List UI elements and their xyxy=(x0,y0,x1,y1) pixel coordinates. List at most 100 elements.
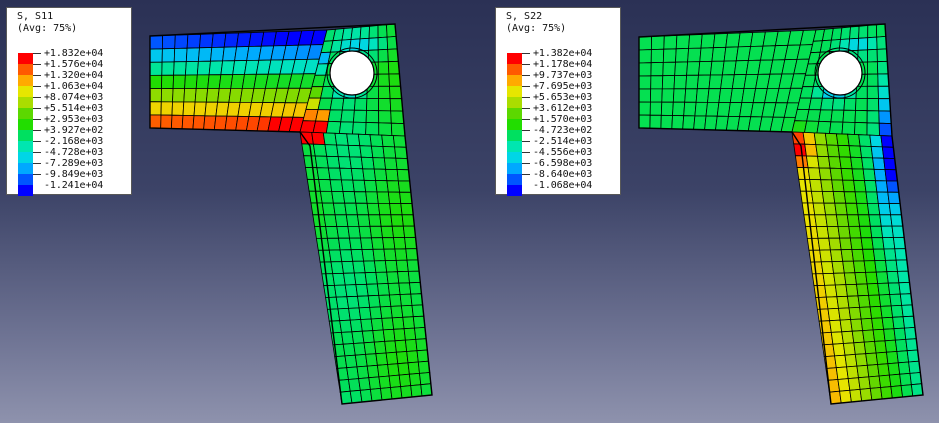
mesh-element xyxy=(853,179,867,193)
mesh-element xyxy=(856,364,870,379)
mesh-element xyxy=(843,97,857,111)
mesh-element xyxy=(808,97,823,111)
mesh-element xyxy=(810,190,825,204)
mesh-element xyxy=(809,179,823,192)
mesh-element xyxy=(870,146,885,159)
mesh-element xyxy=(884,339,898,353)
mesh-element xyxy=(829,319,843,333)
mesh-element xyxy=(700,33,716,49)
mesh-element xyxy=(885,259,898,273)
mesh-element xyxy=(649,88,663,103)
mesh-element xyxy=(869,305,883,319)
mesh-element xyxy=(858,134,872,147)
mesh-element xyxy=(808,249,822,263)
mesh-element xyxy=(883,248,897,261)
mesh-element xyxy=(649,114,662,130)
mesh-element xyxy=(698,60,713,76)
mesh-element xyxy=(812,202,827,216)
mesh-element xyxy=(815,144,829,158)
mesh-element xyxy=(852,260,867,274)
mesh-element xyxy=(834,202,848,216)
mesh-element xyxy=(875,271,889,284)
mesh-element xyxy=(815,226,830,239)
mesh-element xyxy=(847,133,861,147)
mesh-element xyxy=(638,88,652,103)
mesh-element xyxy=(712,33,728,49)
mesh-element xyxy=(860,237,874,250)
mesh-element xyxy=(824,284,838,298)
mesh-element xyxy=(819,249,833,263)
mesh-element xyxy=(854,191,868,204)
mesh-element xyxy=(858,25,869,39)
mesh-element xyxy=(839,389,852,404)
mesh-element xyxy=(820,179,834,192)
mesh-element xyxy=(842,342,856,356)
mesh-element xyxy=(850,318,864,332)
mesh-element xyxy=(827,307,841,322)
mesh-element xyxy=(687,47,702,63)
mesh-element xyxy=(685,74,699,90)
viewport[interactable]: S, S11 (Avg: 75%) +1.832e+04 +1.576e+04 +1… xyxy=(0,0,939,423)
mesh-element xyxy=(862,168,876,182)
mesh-element xyxy=(816,308,831,322)
mesh-element xyxy=(832,191,847,204)
mesh-element xyxy=(869,387,883,401)
mesh-element xyxy=(877,282,891,296)
mesh-element xyxy=(638,36,653,51)
mesh-element xyxy=(857,294,871,308)
mesh-element xyxy=(836,295,850,309)
mesh-element xyxy=(862,248,876,262)
mesh-element xyxy=(837,225,851,239)
mesh-element xyxy=(839,156,853,170)
mesh-element xyxy=(826,144,840,158)
mesh-element xyxy=(867,24,878,39)
mesh-element xyxy=(683,101,697,117)
mesh-element xyxy=(802,131,817,146)
mesh-element xyxy=(818,167,833,181)
mesh-element xyxy=(663,35,678,50)
mesh-element xyxy=(672,88,687,103)
mesh-element xyxy=(869,225,884,239)
mesh-element xyxy=(835,366,849,380)
mesh-element xyxy=(849,388,863,403)
mesh-element xyxy=(886,351,899,365)
mesh-element xyxy=(650,48,665,64)
mesh-element xyxy=(854,122,868,136)
mesh-element xyxy=(878,374,892,388)
mesh-element xyxy=(674,61,689,76)
mesh-element xyxy=(878,294,892,307)
mesh-element xyxy=(834,284,848,298)
mesh-element xyxy=(866,85,879,100)
mesh-element xyxy=(877,73,890,87)
mesh-element xyxy=(853,341,867,355)
mesh-element xyxy=(866,73,879,87)
mesh-element xyxy=(707,88,722,103)
mesh-element xyxy=(866,122,880,136)
mesh-element xyxy=(846,295,861,309)
mesh-element xyxy=(831,260,845,274)
mesh-element xyxy=(859,225,873,239)
mesh-element xyxy=(874,259,888,273)
mesh-element xyxy=(695,88,710,103)
mesh-element xyxy=(881,316,895,330)
mesh-element xyxy=(847,377,861,391)
mesh-element xyxy=(864,180,878,193)
mesh-element xyxy=(875,180,889,193)
mesh-element xyxy=(805,155,820,169)
mesh-element xyxy=(859,387,873,402)
mesh-element xyxy=(851,168,865,181)
mesh-element xyxy=(842,260,856,274)
mesh-element xyxy=(857,49,869,63)
mesh-element xyxy=(650,75,664,90)
mesh-element xyxy=(860,317,874,332)
mesh-element xyxy=(893,327,907,341)
mesh-element xyxy=(834,354,848,369)
mesh-element xyxy=(878,98,891,112)
mesh-element xyxy=(880,386,893,400)
mesh-element xyxy=(830,109,845,123)
mesh-element xyxy=(851,330,865,344)
mesh-element xyxy=(868,214,882,227)
mesh-element xyxy=(857,214,871,227)
mesh-element xyxy=(686,61,701,76)
mesh-element xyxy=(855,85,868,99)
